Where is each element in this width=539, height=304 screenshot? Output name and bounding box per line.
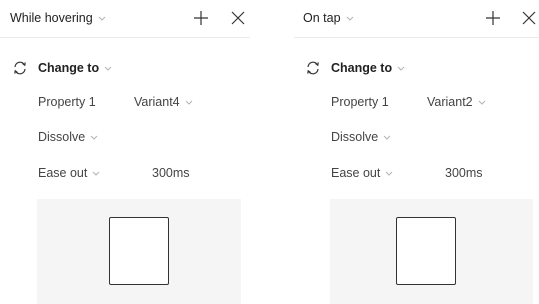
trigger-dropdown[interactable]: On tap: [303, 11, 357, 25]
close-button[interactable]: [229, 9, 247, 27]
add-interaction-button[interactable]: [192, 9, 210, 27]
chevron-down-icon: [384, 167, 396, 179]
chevron-down-icon: [382, 131, 394, 143]
trigger-label: On tap: [303, 11, 341, 25]
close-button[interactable]: [520, 9, 538, 27]
chevron-down-icon: [345, 12, 357, 24]
property-value: Variant2: [427, 95, 473, 109]
property-row: Property 1 Variant4: [38, 95, 196, 109]
action-label: Change to: [331, 61, 393, 75]
duration-input[interactable]: 300ms: [152, 166, 190, 180]
plus-icon: [484, 9, 502, 27]
chevron-down-icon: [184, 96, 196, 108]
trigger-label: While hovering: [10, 11, 93, 25]
chevron-down-icon: [89, 131, 101, 143]
close-icon: [229, 9, 247, 27]
easing-label: Ease out: [331, 166, 381, 180]
animation-preview: [330, 199, 533, 304]
preview-frame: [396, 217, 456, 285]
action-label: Change to: [38, 61, 100, 75]
action-dropdown[interactable]: Change to: [12, 60, 115, 76]
chevron-down-icon: [97, 12, 109, 24]
property-value-dropdown[interactable]: Variant4: [134, 95, 196, 109]
interaction-panel-tap: On tap Change to Property 1 Variant2 Dis…: [294, 0, 539, 304]
property-value: Variant4: [134, 95, 180, 109]
property-name: Property 1: [331, 95, 389, 109]
property-row: Property 1 Variant2: [331, 95, 489, 109]
property-name: Property 1: [38, 95, 96, 109]
animation-label: Dissolve: [38, 130, 86, 144]
preview-frame: [109, 217, 169, 285]
swap-icon: [12, 60, 28, 76]
chevron-down-icon: [103, 62, 115, 74]
chevron-down-icon: [91, 167, 103, 179]
close-icon: [520, 9, 538, 27]
animation-label: Dissolve: [331, 130, 379, 144]
interaction-panel-hover: While hovering Change to Property 1 Vari…: [0, 0, 250, 304]
property-value-dropdown[interactable]: Variant2: [427, 95, 489, 109]
easing-row: Ease out 300ms: [38, 166, 190, 180]
panel-header: On tap: [294, 0, 539, 38]
easing-row: Ease out 300ms: [331, 166, 483, 180]
easing-label: Ease out: [38, 166, 88, 180]
action-dropdown[interactable]: Change to: [305, 60, 408, 76]
add-interaction-button[interactable]: [484, 9, 502, 27]
panel-header: While hovering: [0, 0, 250, 38]
easing-dropdown[interactable]: Ease out: [331, 166, 441, 180]
duration-input[interactable]: 300ms: [445, 166, 483, 180]
animation-dropdown[interactable]: Dissolve: [38, 130, 101, 144]
swap-icon: [305, 60, 321, 76]
animation-preview: [37, 199, 241, 304]
chevron-down-icon: [396, 62, 408, 74]
easing-dropdown[interactable]: Ease out: [38, 166, 148, 180]
animation-dropdown[interactable]: Dissolve: [331, 130, 394, 144]
plus-icon: [192, 9, 210, 27]
chevron-down-icon: [477, 96, 489, 108]
trigger-dropdown[interactable]: While hovering: [10, 11, 109, 25]
